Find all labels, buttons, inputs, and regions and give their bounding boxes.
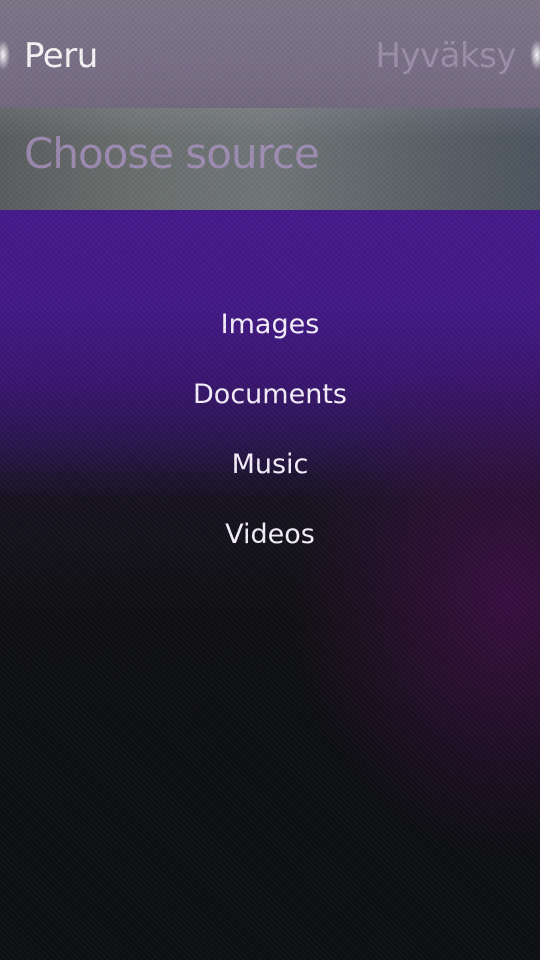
right-edge-indicator <box>530 40 540 70</box>
accept-button[interactable]: Hyväksy <box>375 30 516 82</box>
source-picker-screen: Peru Hyväksy Choose source Images Docume… <box>0 0 540 960</box>
menu-item-music[interactable]: Music <box>0 430 540 500</box>
menu-item-images[interactable]: Images <box>0 290 540 360</box>
cancel-button[interactable]: Peru <box>24 30 98 82</box>
source-menu: Images Documents Music Videos <box>0 290 540 570</box>
left-edge-indicator <box>0 40 10 70</box>
dialog-header: Peru Hyväksy <box>0 0 540 108</box>
menu-item-videos[interactable]: Videos <box>0 500 540 570</box>
menu-item-documents[interactable]: Documents <box>0 360 540 430</box>
page-title: Choose source <box>24 129 320 178</box>
